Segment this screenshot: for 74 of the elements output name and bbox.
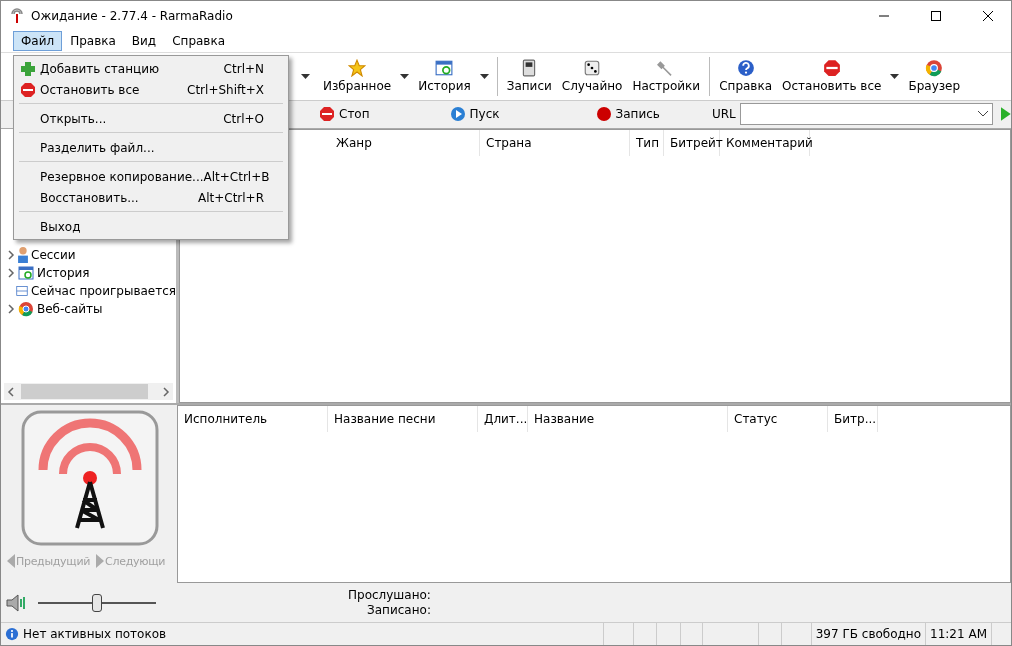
player-button[interactable]: Пуск bbox=[449, 106, 500, 123]
status-message: Нет активных потоков bbox=[23, 627, 168, 641]
maximize-icon bbox=[931, 11, 941, 21]
tree-item[interactable]: Сейчас проигрывается bbox=[30, 283, 176, 298]
column-header[interactable]: Статус bbox=[728, 406, 828, 433]
url-label: URL bbox=[711, 107, 736, 122]
menu-entry[interactable]: Восстановить... Alt+Ctrl+R bbox=[16, 187, 286, 208]
plus-icon bbox=[20, 61, 36, 77]
caret-icon[interactable] bbox=[400, 73, 410, 79]
column-header[interactable]: Исполнитель bbox=[178, 406, 328, 433]
menu-item[interactable]: Вид bbox=[123, 31, 165, 52]
toolbar-button[interactable]: Настройки bbox=[627, 56, 706, 96]
menu-entry[interactable]: Остановить все Ctrl+Shift+X bbox=[16, 79, 286, 100]
play-icon bbox=[449, 106, 466, 123]
toolbar-button[interactable]: Избранное bbox=[318, 56, 397, 96]
column-header[interactable]: Страна bbox=[480, 129, 630, 156]
toolbar-button[interactable]: История bbox=[413, 56, 476, 96]
toolbar-button[interactable]: Справка bbox=[714, 56, 778, 96]
help-icon bbox=[736, 59, 755, 78]
menu-item[interactable]: Файл bbox=[13, 31, 63, 52]
url-field[interactable] bbox=[739, 103, 994, 126]
arrow-right-icon bbox=[96, 554, 105, 569]
player-button[interactable]: Запись bbox=[595, 106, 660, 123]
menu-entry[interactable]: Открыть... Ctrl+O bbox=[16, 108, 286, 129]
speaker-icon bbox=[6, 593, 28, 612]
caret-icon[interactable] bbox=[479, 73, 489, 79]
star-icon bbox=[348, 59, 367, 78]
close-icon bbox=[983, 11, 993, 21]
column-header[interactable]: Жанр bbox=[330, 129, 480, 156]
stop-sign-icon bbox=[20, 82, 36, 98]
menu-item[interactable]: Справка bbox=[164, 31, 234, 52]
tree-item[interactable]: Веб-сайты bbox=[37, 301, 103, 316]
tree-item[interactable]: История bbox=[37, 265, 90, 280]
browser-icon bbox=[18, 300, 34, 317]
caret-icon[interactable] bbox=[301, 73, 310, 79]
stat-label: Записано: bbox=[367, 602, 431, 618]
window-refresh-icon bbox=[435, 59, 454, 78]
scrollbar-thumb[interactable] bbox=[21, 384, 148, 400]
clock-text: 11:21 AM bbox=[925, 623, 991, 645]
column-header[interactable]: Тип bbox=[630, 129, 664, 156]
chevron-down-icon[interactable] bbox=[978, 111, 989, 118]
column-header[interactable]: Длит... bbox=[478, 406, 528, 433]
column-header[interactable]: Название песни bbox=[328, 406, 478, 433]
slider-thumb[interactable] bbox=[92, 593, 102, 612]
toolbar-button[interactable]: Браузер bbox=[903, 56, 966, 96]
column-header[interactable]: Название bbox=[528, 406, 728, 433]
tree-item[interactable]: Сессии bbox=[31, 247, 76, 262]
menu-entry[interactable]: Разделить файл... bbox=[16, 137, 286, 158]
info-icon bbox=[5, 627, 19, 641]
menu-entry[interactable]: Резервное копирование...Alt+Ctrl+B bbox=[16, 166, 286, 187]
window-refresh-icon bbox=[18, 264, 34, 281]
record-icon bbox=[595, 106, 612, 123]
toolbar-button[interactable]: Остановить все bbox=[777, 56, 887, 96]
player-button[interactable]: Стоп bbox=[319, 106, 370, 123]
menu-entry[interactable]: Выход bbox=[16, 216, 286, 237]
column-header[interactable]: Битр... bbox=[828, 406, 878, 433]
menu-entry[interactable]: Добавить станцию Ctrl+N bbox=[16, 58, 286, 79]
dice-icon bbox=[583, 59, 602, 78]
arrow-left-icon bbox=[7, 554, 15, 569]
radio-tower-icon bbox=[9, 8, 25, 24]
person-icon bbox=[18, 246, 28, 263]
free-space-text: 397 ГБ свободно bbox=[810, 623, 926, 645]
toolbar-button[interactable]: Записи bbox=[501, 56, 557, 96]
scroll-left-icon[interactable] bbox=[7, 386, 15, 397]
stop-sign-icon bbox=[319, 106, 335, 123]
menu-item[interactable]: Правка bbox=[62, 31, 124, 52]
toolbar-button[interactable]: Случайно bbox=[556, 56, 628, 96]
stop-sign-icon bbox=[822, 59, 841, 78]
column-header[interactable]: Комментарий bbox=[720, 129, 810, 156]
caret-icon[interactable] bbox=[890, 73, 900, 79]
browser-icon bbox=[925, 59, 944, 78]
window-title: Ожидание - 2.77.4 - RarmaRadio bbox=[31, 9, 234, 23]
stat-label: Прослушано: bbox=[348, 587, 431, 603]
scroll-right-icon[interactable] bbox=[162, 386, 170, 397]
